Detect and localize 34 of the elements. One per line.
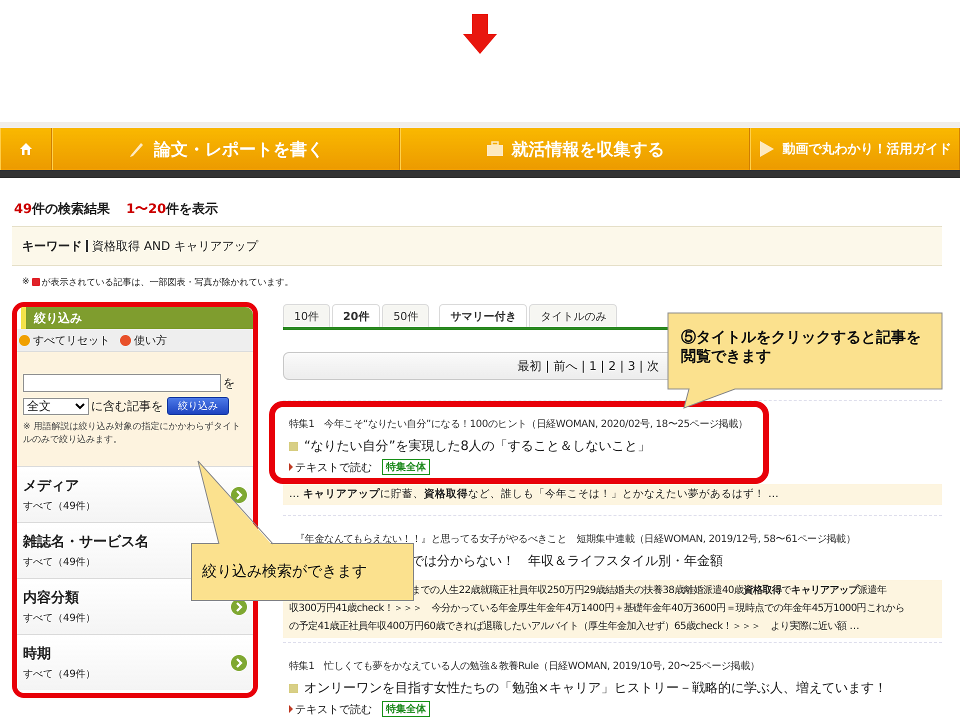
count-tab[interactable]: 10件 — [283, 304, 330, 327]
keyword-value: 資格取得 AND キャリアアップ — [92, 238, 258, 254]
result-range: 1〜20件を表示 — [126, 201, 218, 218]
pagination-links[interactable]: 最初 | 前へ | 1 | 2 | 3 | 次 — [518, 358, 659, 374]
panel-title: 絞り込み — [34, 310, 82, 326]
read-text-link[interactable]: テキストで読む — [289, 702, 372, 717]
article-meta: 特集1 忙しくても夢をかなえている人の勉強＆教養Rule（日経WOMAN, 2019/10号, 20〜25ページ掲載） — [289, 660, 760, 674]
input-suffix: を — [223, 374, 235, 392]
hint-text: ※ 用語解説は絞り込み対象の指定にかかわらずタイトルのみで絞り込みます。 — [23, 421, 242, 446]
article-title[interactable]: オンリーワンを目指す女性たちの「勉強×キャリア」ヒストリー－戦略的に学ぶ人、増えています！ — [304, 679, 887, 698]
view-tab[interactable]: タイトルのみ — [529, 304, 618, 327]
summary-line: 収300万円41歳check！＞＞＞ 今分かっている年金厚生年金年4万1400円＋基礎年金年40万3600円＝現時点での年金年45万1000円これから — [289, 602, 904, 616]
callout-text: ⑤タイトルをクリックすると記事を閲覧できます — [681, 328, 922, 366]
scope-select[interactable]: 全文 — [23, 398, 89, 414]
feature-tag: 特集全体 — [382, 701, 430, 718]
summary-line: の予定41歳正社員年収400万円60歳できれば退職したいアルバイト（厚生年金加入せず）65歳check！＞＞＞ より実際に近い額 … — [289, 620, 860, 634]
article-meta: 特集1 今年こそ“なりたい自分”になる！100のヒント（日経WOMAN, 2020/02号, 18〜25ページ掲載） — [289, 418, 748, 432]
count-tab[interactable]: 50件 — [382, 304, 430, 327]
filter-button[interactable]: 絞り込み — [167, 397, 229, 415]
note-text: が表示されている記事は、一部図表・写真が除かれています。 — [42, 276, 294, 288]
note-mark: ※ — [22, 277, 30, 287]
facet-item[interactable]: メディア すべて（49件） — [17, 466, 253, 522]
feature-tag: 特集全体 — [382, 459, 430, 475]
help-link[interactable]: 使い方 — [120, 332, 167, 348]
keyword-label: キーワード — [22, 240, 88, 252]
facet-item[interactable]: 時期 すべて（49件） — [17, 634, 253, 690]
reset-link[interactable]: すべてリセット — [19, 332, 110, 348]
article-summary: … キャリアアップに貯蓄、資格取得など、誰しも「今年こそは！」とかなえたい夢があるはず！ … — [283, 484, 942, 506]
read-text-link[interactable]: テキストで読む — [289, 460, 372, 474]
article-title[interactable]: “なりたい自分”を実現した8人の「すること＆しないこと」 — [304, 437, 651, 455]
result-count: 49件の検索結果 — [14, 200, 110, 218]
count-tab[interactable]: 20件 — [332, 304, 380, 327]
view-tab[interactable]: サマリー付き — [439, 304, 528, 327]
select-suffix: に含む記事を — [91, 398, 163, 414]
